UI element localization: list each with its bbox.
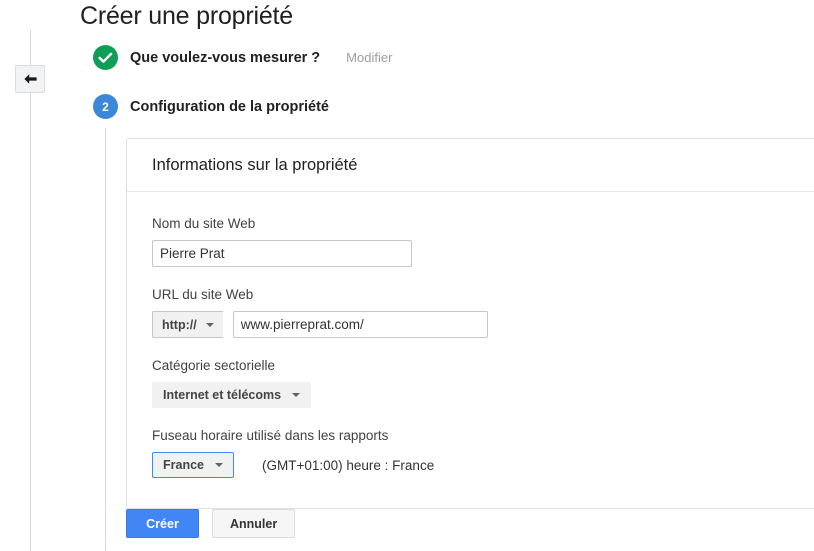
back-button[interactable] — [15, 65, 45, 93]
site-name-input[interactable] — [152, 240, 412, 267]
step-item-measure: Que voulez-vous mesurer ? Modifier — [93, 45, 392, 70]
industry-category-value: Internet et télécoms — [163, 388, 282, 402]
timezone-country-value: France — [163, 458, 204, 472]
chevron-down-icon — [205, 322, 214, 327]
chevron-down-icon — [292, 393, 301, 397]
label-site-name: Nom du site Web — [152, 216, 256, 231]
arrow-left-icon — [23, 73, 38, 86]
step-number-badge: 2 — [93, 94, 118, 119]
left-rail-line — [30, 30, 31, 551]
timezone-offset-text: (GMT+01:00) heure : France — [262, 457, 435, 473]
label-timezone: Fuseau horaire utilisé dans les rapports — [152, 428, 389, 443]
field-site-url: URL du site Web http:// — [152, 287, 814, 338]
create-property-page: Créer une propriété Que voulez-vous mesu… — [0, 0, 814, 551]
cancel-button[interactable]: Annuler — [212, 509, 296, 538]
timezone-country-select[interactable]: France — [152, 452, 234, 478]
form-actions: Créer Annuler — [126, 509, 296, 538]
step-edit-link[interactable]: Modifier — [346, 50, 392, 65]
card-body: Nom du site Web URL du site Web http:// … — [127, 192, 814, 508]
field-site-name: Nom du site Web — [152, 216, 814, 267]
field-industry-category: Catégorie sectorielle Internet et téléco… — [152, 358, 814, 408]
step-label-measure: Que voulez-vous mesurer ? — [130, 49, 321, 66]
industry-category-select[interactable]: Internet et télécoms — [152, 382, 312, 408]
step-label-configure: Configuration de la propriété — [130, 98, 329, 115]
step-item-configure: 2 Configuration de la propriété — [93, 94, 329, 119]
site-url-row: http:// — [152, 311, 814, 338]
step-status-complete-icon — [93, 45, 118, 70]
step-connector-line — [105, 128, 106, 551]
page-title: Créer une propriété — [80, 2, 293, 30]
card-header: Informations sur la propriété — [127, 139, 814, 192]
timezone-row: France (GMT+01:00) heure : France — [152, 452, 814, 478]
protocol-value: http:// — [162, 317, 197, 332]
label-industry-category: Catégorie sectorielle — [152, 358, 276, 373]
protocol-select[interactable]: http:// — [152, 311, 223, 338]
field-timezone: Fuseau horaire utilisé dans les rapports… — [152, 428, 814, 478]
create-button[interactable]: Créer — [126, 509, 199, 538]
site-url-input[interactable] — [232, 311, 488, 338]
property-info-card: Informations sur la propriété Nom du sit… — [126, 138, 814, 509]
label-site-url: URL du site Web — [152, 287, 254, 302]
chevron-down-icon — [215, 463, 223, 467]
card-title: Informations sur la propriété — [152, 156, 358, 174]
